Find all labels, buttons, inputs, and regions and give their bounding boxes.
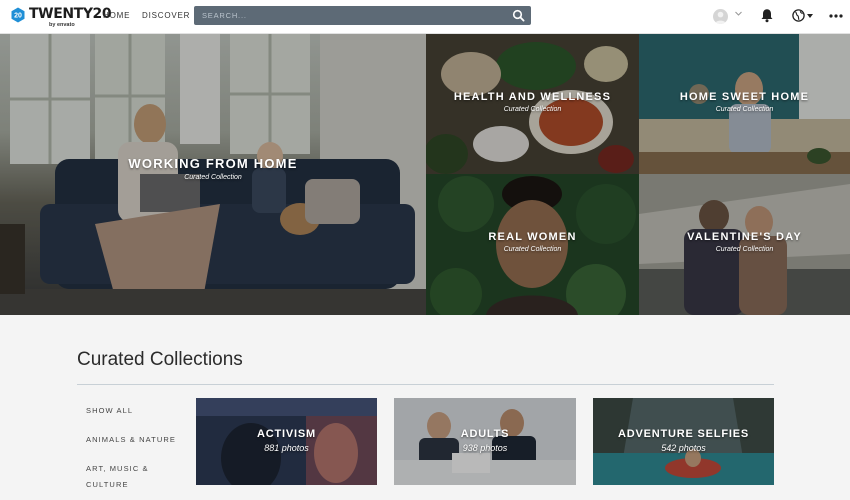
category-show-all[interactable]: SHOW ALL xyxy=(86,403,133,419)
hero-tile-home-sweet-home[interactable]: HOME SWEET HOME Curated Collection xyxy=(639,34,850,174)
collection-card-title: ADVENTURE SELFIES xyxy=(618,428,749,440)
logo-byline: by envato xyxy=(49,22,75,28)
caret-down-icon[interactable] xyxy=(807,14,813,18)
svg-text:20: 20 xyxy=(14,13,22,20)
section-divider xyxy=(77,384,774,385)
hero-tile-health-and-wellness[interactable]: HEALTH AND WELLNESS Curated Collection xyxy=(426,34,639,174)
hero-tile-subtitle: Curated Collection xyxy=(503,246,562,253)
hero-tile-title: VALENTINE'S DAY xyxy=(687,231,802,243)
search-bar xyxy=(194,6,531,25)
collection-card-title: ADULTS xyxy=(460,428,510,440)
collection-card-title: ACTIVISM xyxy=(257,428,316,440)
hero-tile-title: HEALTH AND WELLNESS xyxy=(453,91,612,103)
curated-collections-heading: Curated Collections xyxy=(77,349,243,370)
hero-tile-subtitle: Curated Collection xyxy=(715,106,774,113)
hero-tile-caption: WORKING FROM HOME Curated Collection xyxy=(0,156,426,181)
logo-badge-icon: 20 xyxy=(11,7,25,23)
hero-tile-caption: VALENTINE'S DAY Curated Collection xyxy=(639,231,850,253)
hero-tile-caption: HOME SWEET HOME Curated Collection xyxy=(639,91,850,113)
search-input[interactable] xyxy=(194,6,504,25)
category-art-music-culture[interactable]: ART, MUSIC & CULTURE xyxy=(86,461,156,493)
top-navigation-bar: 20 TWENTY20 by envato HOME DISCOVER xyxy=(0,0,850,34)
collection-card-adventure-selfies[interactable]: ADVENTURE SELFIES 542 photos xyxy=(593,398,774,485)
globe-icon[interactable] xyxy=(792,9,805,22)
user-avatar[interactable] xyxy=(713,9,728,24)
hero-tile-caption: REAL WOMEN Curated Collection xyxy=(426,231,639,253)
chevron-down-icon[interactable] xyxy=(734,9,743,18)
collection-card-count: 881 photos xyxy=(264,443,309,453)
hero-collections-mosaic: WORKING FROM HOME Curated Collection HEA… xyxy=(0,34,850,315)
category-animals-nature[interactable]: ANIMALS & NATURE xyxy=(86,432,176,448)
collection-card-overlay xyxy=(593,398,774,485)
search-icon[interactable] xyxy=(512,9,525,22)
collection-card-count: 542 photos xyxy=(661,443,706,453)
hero-tile-subtitle: Curated Collection xyxy=(503,106,562,113)
hero-tile-valentines-day[interactable]: VALENTINE'S DAY Curated Collection xyxy=(639,174,850,315)
bell-icon[interactable] xyxy=(760,8,774,23)
hero-tile-title: REAL WOMEN xyxy=(488,231,577,243)
logo-wordmark: TWENTY20 xyxy=(29,6,112,22)
collection-card-overlay xyxy=(196,398,377,485)
hero-tile-subtitle: Curated Collection xyxy=(715,246,774,253)
hero-tile-working-from-home[interactable]: WORKING FROM HOME Curated Collection xyxy=(0,34,426,315)
collection-card-activism[interactable]: ACTIVISM 881 photos xyxy=(196,398,377,485)
hero-tile-title: WORKING FROM HOME xyxy=(128,156,298,171)
hero-tile-subtitle: Curated Collection xyxy=(184,174,242,181)
nav-home-link[interactable]: HOME xyxy=(103,11,130,20)
hero-tile-real-women[interactable]: REAL WOMEN Curated Collection xyxy=(426,174,639,315)
twenty20-logo[interactable]: 20 TWENTY20 by envato xyxy=(10,6,112,30)
hero-tile-caption: HEALTH AND WELLNESS Curated Collection xyxy=(426,91,639,113)
collection-card-overlay xyxy=(394,398,576,485)
nav-discover-link[interactable]: DISCOVER xyxy=(142,11,190,20)
hero-tile-title: HOME SWEET HOME xyxy=(679,91,810,103)
more-dots-icon[interactable] xyxy=(829,14,843,18)
user-silhouette-icon xyxy=(715,11,726,24)
collection-card-adults[interactable]: ADULTS 938 photos xyxy=(394,398,576,485)
collection-card-count: 938 photos xyxy=(462,443,508,453)
